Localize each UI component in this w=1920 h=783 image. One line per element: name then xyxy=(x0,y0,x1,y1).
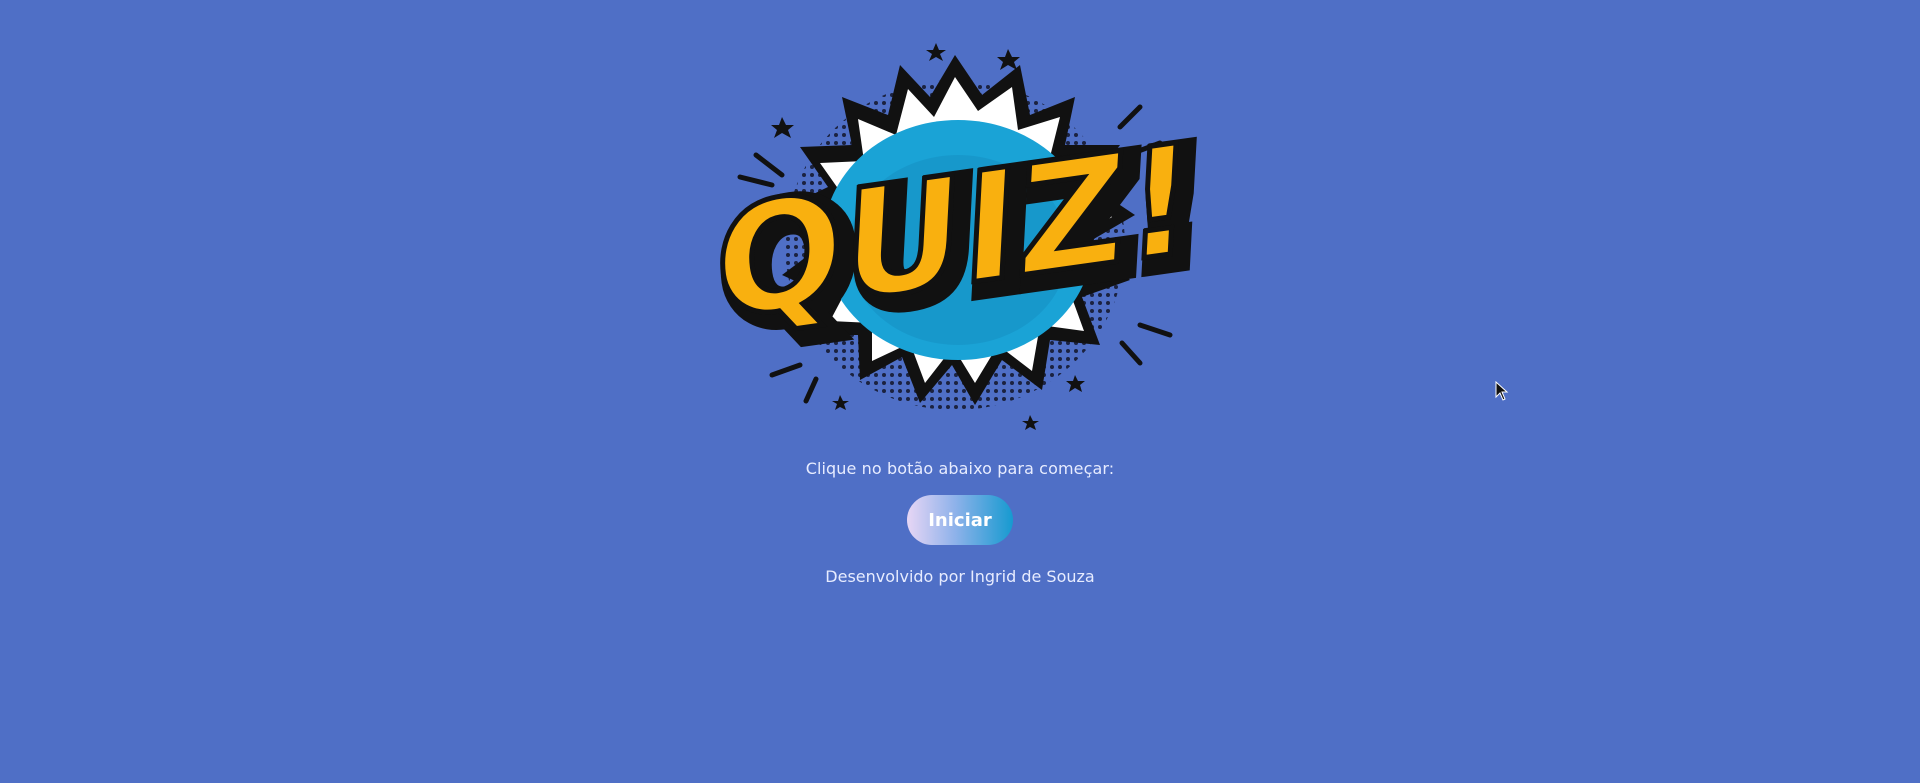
quiz-logo: QUIZ! QUIZ! xyxy=(720,43,1200,430)
mouse-pointer-icon xyxy=(1495,381,1509,401)
developer-credit: Desenvolvido por Ingrid de Souza xyxy=(825,567,1095,586)
quiz-start-screen: QUIZ! QUIZ! Clique no botão abaixo para … xyxy=(0,0,1920,783)
svg-text:QUIZ!: QUIZ! xyxy=(720,113,1200,352)
start-button[interactable]: Iniciar xyxy=(907,495,1013,545)
start-instruction: Clique no botão abaixo para começar: xyxy=(805,459,1115,478)
logo-wordmark: QUIZ! QUIZ! xyxy=(720,109,1200,370)
